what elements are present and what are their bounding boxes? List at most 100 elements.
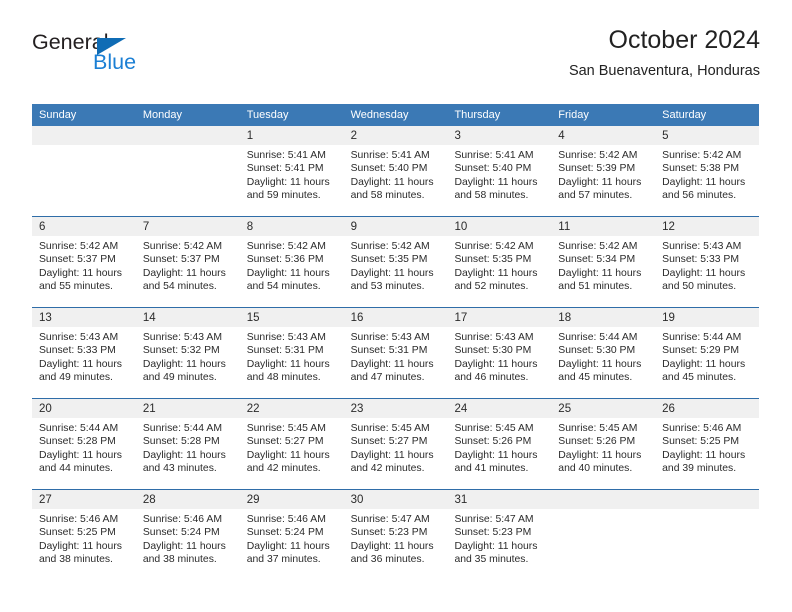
calendar-day-cell[interactable]: 11 Sunrise: 5:42 AM Sunset: 5:34 PM Dayligh… — [551, 217, 656, 307]
day-details: Sunrise: 5:46 AM Sunset: 5:24 PM Daylight:… — [240, 509, 344, 567]
general-blue-logo[interactable]: General Blue — [32, 31, 212, 88]
calendar-day-cell[interactable]: 23 Sunrise: 5:45 AM Sunset: 5:27 PM Dayligh… — [343, 399, 448, 489]
calendar-day-cell[interactable]: 8 Sunrise: 5:42 AM Sunset: 5:36 PM Daylight… — [239, 217, 344, 307]
sunset-text: Sunset: 5:33 PM — [662, 254, 739, 266]
sunrise-text: Sunrise: 5:42 AM — [350, 241, 430, 252]
day-details: Sunrise: 5:44 AM Sunset: 5:29 PM Daylight:… — [655, 327, 759, 385]
day-number-strip: 6 — [32, 217, 136, 236]
day-details: Sunrise: 5:43 AM Sunset: 5:31 PM Daylight:… — [344, 327, 448, 385]
daylight-text: Daylight: 11 hours — [39, 358, 122, 370]
calendar-day-cell[interactable]: 7 Sunrise: 5:42 AM Sunset: 5:37 PM Daylight… — [135, 217, 240, 307]
calendar-day-cell[interactable]: 17 Sunrise: 5:43 AM Sunset: 5:30 PM Dayligh… — [447, 308, 552, 398]
daylight-text: Daylight: 11 hours — [246, 358, 330, 370]
calendar-day-cell[interactable]: 5 Sunrise: 5:42 AM Sunset: 5:38 PM Daylight… — [655, 126, 760, 216]
day-number: 13 — [39, 312, 52, 324]
calendar-day-cell[interactable]: 24 Sunrise: 5:45 AM Sunset: 5:26 PM Dayligh… — [447, 399, 552, 489]
sunset-text: Sunset: 5:23 PM — [350, 527, 428, 539]
daylight-text-cont: and 56 minutes. — [662, 190, 737, 202]
daylight-text: Daylight: 11 hours — [662, 449, 746, 461]
daylight-text: Daylight: 11 hours — [662, 176, 746, 188]
sunset-text: Sunset: 5:27 PM — [350, 436, 428, 448]
calendar-day-cell[interactable]: 28 Sunrise: 5:46 AM Sunset: 5:24 PM Dayligh… — [135, 490, 240, 580]
day-number: 21 — [142, 403, 156, 415]
calendar-day-cell[interactable]: 30 Sunrise: 5:47 AM Sunset: 5:23 PM Dayligh… — [343, 490, 448, 580]
calendar-day-cell[interactable]: 15 Sunrise: 5:43 AM Sunset: 5:31 PM Dayligh… — [239, 308, 344, 398]
sunset-text: Sunset: 5:29 PM — [662, 345, 739, 357]
daylight-text-cont: and 49 minutes. — [39, 372, 113, 384]
daylight-text-cont: and 44 minutes. — [39, 463, 113, 475]
daylight-text-cont: and 52 minutes. — [454, 281, 529, 293]
calendar-day-cell[interactable]: 9 Sunrise: 5:42 AM Sunset: 5:35 PM Daylight… — [343, 217, 448, 307]
daylight-text: Daylight: 11 hours — [39, 449, 122, 461]
day-details: Sunrise: 5:43 AM Sunset: 5:33 PM Daylight:… — [655, 236, 759, 294]
day-number: 4 — [558, 130, 565, 142]
day-details: Sunrise: 5:41 AM Sunset: 5:40 PM Daylight:… — [447, 145, 551, 203]
day-number: 29 — [246, 494, 260, 506]
sunrise-text: Sunrise: 5:43 AM — [246, 332, 326, 343]
sunrise-text: Sunrise: 5:44 AM — [39, 423, 119, 434]
sunset-text: Sunset: 5:35 PM — [350, 254, 428, 266]
calendar-day-cell[interactable]: 13 Sunrise: 5:43 AM Sunset: 5:33 PM Dayligh… — [32, 308, 136, 398]
calendar-day-cell[interactable]: 21 Sunrise: 5:44 AM Sunset: 5:28 PM Dayligh… — [135, 399, 240, 489]
day-details: Sunrise: 5:42 AM Sunset: 5:35 PM Daylight:… — [447, 236, 551, 294]
day-number-strip: 27 — [32, 490, 136, 509]
sunrise-text: Sunrise: 5:44 AM — [662, 332, 742, 343]
calendar-day-cell[interactable]: 10 Sunrise: 5:42 AM Sunset: 5:35 PM Dayligh… — [447, 217, 552, 307]
calendar-day-cell[interactable]: 19 Sunrise: 5:44 AM Sunset: 5:29 PM Dayligh… — [655, 308, 760, 398]
calendar-day-cell[interactable]: 27 Sunrise: 5:46 AM Sunset: 5:25 PM Dayligh… — [32, 490, 136, 580]
sunset-text: Sunset: 5:32 PM — [142, 345, 220, 357]
day-details: Sunrise: 5:43 AM Sunset: 5:33 PM Daylight:… — [32, 327, 136, 385]
calendar-day-cell[interactable]: 16 Sunrise: 5:43 AM Sunset: 5:31 PM Dayligh… — [343, 308, 448, 398]
calendar-day-cell[interactable]: 31 Sunrise: 5:47 AM Sunset: 5:23 PM Dayligh… — [447, 490, 552, 580]
daylight-text: Daylight: 11 hours — [246, 449, 330, 461]
daylight-text: Daylight: 11 hours — [142, 267, 226, 279]
calendar-day-cell[interactable]: 14 Sunrise: 5:43 AM Sunset: 5:32 PM Dayligh… — [135, 308, 240, 398]
calendar-day-cell[interactable]: 22 Sunrise: 5:45 AM Sunset: 5:27 PM Dayligh… — [239, 399, 344, 489]
calendar-week-row: 20 Sunrise: 5:44 AM Sunset: 5:28 PM Dayligh… — [32, 398, 760, 489]
sunrise-text: Sunrise: 5:44 AM — [558, 332, 638, 343]
calendar-day-cell[interactable]: 18 Sunrise: 5:44 AM Sunset: 5:30 PM Dayligh… — [551, 308, 656, 398]
day-number: 18 — [558, 312, 572, 324]
day-number-strip: 4 — [551, 126, 656, 145]
calendar-day-cell[interactable]: 26 Sunrise: 5:46 AM Sunset: 5:25 PM Dayligh… — [655, 399, 760, 489]
sunrise-text: Sunrise: 5:42 AM — [454, 241, 534, 252]
calendar-day-cell-empty — [135, 126, 240, 216]
daylight-text: Daylight: 11 hours — [454, 449, 538, 461]
calendar-day-cell[interactable]: 20 Sunrise: 5:44 AM Sunset: 5:28 PM Dayligh… — [32, 399, 136, 489]
sunrise-text: Sunrise: 5:41 AM — [454, 150, 534, 161]
daylight-text-cont: and 42 minutes. — [350, 463, 425, 475]
sunset-text: Sunset: 5:26 PM — [454, 436, 532, 448]
calendar-day-cell[interactable]: 6 Sunrise: 5:42 AM Sunset: 5:37 PM Daylight… — [32, 217, 136, 307]
calendar-day-cell[interactable]: 2 Sunrise: 5:41 AM Sunset: 5:40 PM Daylight… — [343, 126, 448, 216]
calendar-day-cell[interactable]: 3 Sunrise: 5:41 AM Sunset: 5:40 PM Daylight… — [447, 126, 552, 216]
calendar-day-cell[interactable]: 25 Sunrise: 5:45 AM Sunset: 5:26 PM Dayligh… — [551, 399, 656, 489]
day-details: Sunrise: 5:46 AM Sunset: 5:24 PM Daylight:… — [136, 509, 240, 567]
daylight-text-cont: and 59 minutes. — [246, 190, 321, 202]
day-number-strip: 5 — [655, 126, 760, 145]
sunset-text: Sunset: 5:34 PM — [558, 254, 636, 266]
day-number-strip: 9 — [343, 217, 448, 236]
day-number-strip: 29 — [239, 490, 344, 509]
day-details: Sunrise: 5:45 AM Sunset: 5:26 PM Daylight:… — [551, 418, 655, 476]
sunset-text: Sunset: 5:27 PM — [246, 436, 324, 448]
daylight-text-cont: and 39 minutes. — [662, 463, 737, 475]
day-number-strip: 25 — [551, 399, 656, 418]
calendar-day-cell[interactable]: 4 Sunrise: 5:42 AM Sunset: 5:39 PM Daylight… — [551, 126, 656, 216]
sunset-text: Sunset: 5:30 PM — [558, 345, 636, 357]
calendar-day-cell[interactable]: 1 Sunrise: 5:41 AM Sunset: 5:41 PM Daylight… — [239, 126, 344, 216]
page-title: October 2024 — [608, 26, 761, 54]
sunset-text: Sunset: 5:25 PM — [662, 436, 739, 448]
sunset-text: Sunset: 5:41 PM — [246, 163, 324, 175]
calendar-day-cell[interactable]: 29 Sunrise: 5:46 AM Sunset: 5:24 PM Dayligh… — [239, 490, 344, 580]
day-number-strip: 31 — [447, 490, 552, 509]
day-details: Sunrise: 5:45 AM Sunset: 5:27 PM Daylight:… — [240, 418, 344, 476]
calendar-page: General Blue October 2024 San Buenaventu… — [0, 0, 792, 612]
day-number: 19 — [662, 312, 675, 324]
day-number-strip — [135, 126, 240, 145]
sunset-text: Sunset: 5:28 PM — [142, 436, 220, 448]
sunset-text: Sunset: 5:28 PM — [39, 436, 116, 448]
sunset-text: Sunset: 5:37 PM — [39, 254, 116, 266]
day-number-strip: 2 — [343, 126, 448, 145]
day-details: Sunrise: 5:45 AM Sunset: 5:26 PM Daylight:… — [447, 418, 551, 476]
calendar-day-cell[interactable]: 12 Sunrise: 5:43 AM Sunset: 5:33 PM Dayligh… — [655, 217, 760, 307]
